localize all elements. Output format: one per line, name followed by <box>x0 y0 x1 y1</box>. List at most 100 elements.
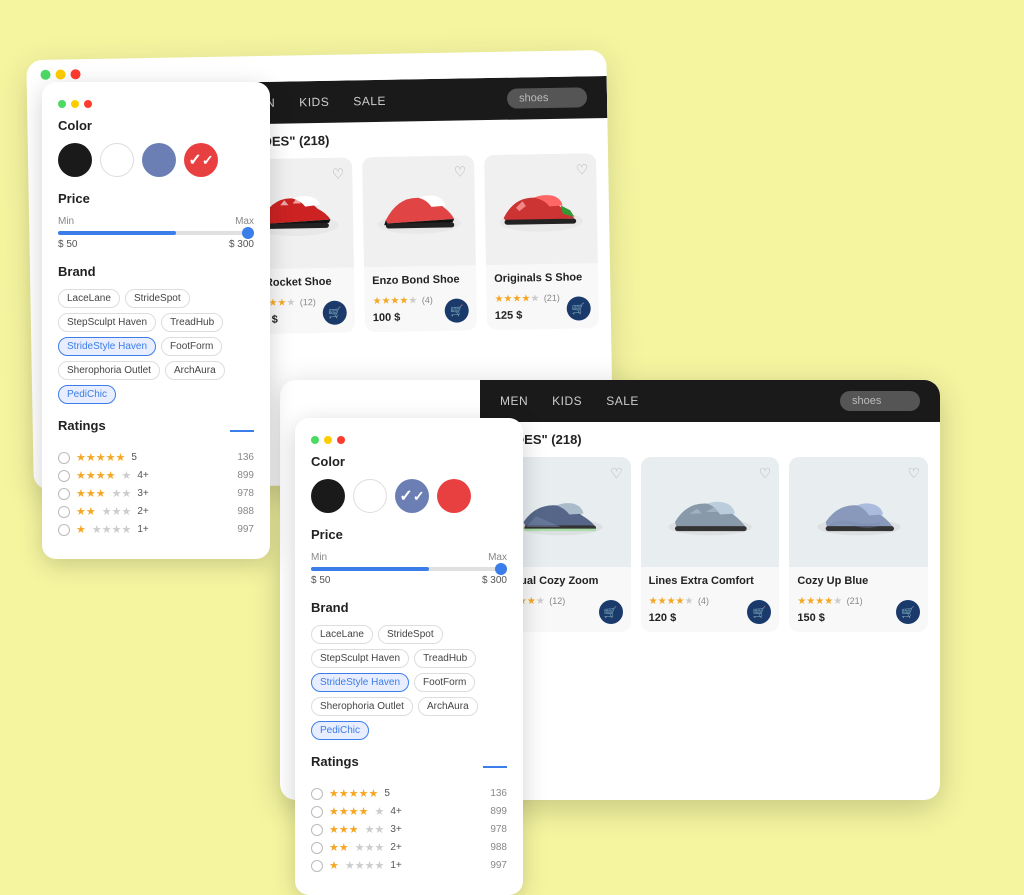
brand-title-front: Brand <box>311 600 507 615</box>
radio-5-front[interactable] <box>311 788 323 800</box>
product-grid-area-front: SHOES" (218) ♡ <box>480 422 940 800</box>
heart-icon-2-front[interactable]: ♡ <box>759 465 772 482</box>
product-card-back-2: ♡ Enzo Bond Shoe <box>362 155 477 332</box>
brand-tags-front: LaceLane StrideSpot StepSculpt Haven Tre… <box>311 625 507 740</box>
price-labels-front: Min Max <box>311 552 507 563</box>
price-track-front[interactable] <box>311 567 507 571</box>
rating-row-2-front: ★★★★★ 2+ 988 <box>311 841 507 854</box>
dot-red-back[interactable] <box>70 69 80 79</box>
brand-archaura-front[interactable]: ArchAura <box>418 697 478 716</box>
brand-stridestyle-front[interactable]: StrideStyle Haven <box>311 673 409 692</box>
fdot-red-front <box>337 436 345 444</box>
brand-stridespot-back[interactable]: StrideSpot <box>125 289 190 308</box>
brand-treadhub-front[interactable]: TreadHub <box>414 649 476 668</box>
radio-3-front[interactable] <box>311 824 323 836</box>
filter-panel-front: Color ✓ Price Min Max $ 50 $ 300 Brand L… <box>295 418 523 895</box>
brand-section-front: LaceLane StrideSpot StepSculpt Haven Tre… <box>311 625 507 740</box>
shoe-img-2-back <box>368 175 469 247</box>
product-reviews-2-back: (4) <box>422 295 433 305</box>
swatch-blue-front[interactable]: ✓ <box>395 479 429 513</box>
product-name-3-front: Cozy Up Blue <box>797 575 920 587</box>
nav-search-front[interactable]: shoes <box>840 391 920 411</box>
ratings-line-front <box>483 766 507 768</box>
brand-stepsculpt-back[interactable]: StepSculpt Haven <box>58 313 156 332</box>
swatch-red-back[interactable]: ✓ <box>184 143 218 177</box>
dot-yellow-back[interactable] <box>55 69 65 79</box>
swatch-blue-back[interactable] <box>142 143 176 177</box>
nav-sale-back[interactable]: SALE <box>353 94 386 109</box>
price-title-back: Price <box>58 191 254 206</box>
heart-icon-2-back[interactable]: ♡ <box>454 163 467 180</box>
brand-pedichic-back[interactable]: PediChic <box>58 385 116 404</box>
radio-2-back[interactable] <box>58 506 70 518</box>
radio-1-back[interactable] <box>58 524 70 536</box>
price-track-back[interactable] <box>58 231 254 235</box>
brand-footform-front[interactable]: FootForm <box>414 673 475 692</box>
rating-row-4-front: ★★★★★ 4+ 899 <box>311 805 507 818</box>
product-reviews-3-back: (21) <box>544 293 560 303</box>
brand-stridespot-front[interactable]: StrideSpot <box>378 625 443 644</box>
radio-3-back[interactable] <box>58 488 70 500</box>
fdot-yellow-front <box>324 436 332 444</box>
color-swatches-front: ✓ <box>311 479 507 513</box>
product-reviews-3-front: (21) <box>847 596 863 606</box>
brand-stridestyle-back[interactable]: StrideStyle Haven <box>58 337 156 356</box>
heart-icon-1-back[interactable]: ♡ <box>332 166 345 183</box>
ratings-header-front: Ratings <box>311 754 507 779</box>
brand-treadhub-back[interactable]: TreadHub <box>161 313 223 332</box>
brand-sherophoria-back[interactable]: Sherophoria Outlet <box>58 361 160 380</box>
brand-pedichic-front[interactable]: PediChic <box>311 721 369 740</box>
swatch-white-back[interactable] <box>100 143 134 177</box>
nav-men-front[interactable]: MEN <box>500 394 528 408</box>
brand-stepsculpt-front[interactable]: StepSculpt Haven <box>311 649 409 668</box>
dot-green-back[interactable] <box>40 70 50 80</box>
product-name-2-back: Enzo Bond Shoe <box>372 273 468 287</box>
nav-kids-back[interactable]: KIDS <box>299 95 329 110</box>
rating-row-3-back: ★★★★★ 3+ 978 <box>58 487 254 500</box>
swatch-white-front[interactable] <box>353 479 387 513</box>
nav-sale-front[interactable]: SALE <box>606 394 639 408</box>
price-max-val-back: $ 300 <box>229 239 254 250</box>
filter-panel-back-dots <box>58 100 254 108</box>
color-title-front: Color <box>311 454 507 469</box>
ratings-section-front: ★★★★★ 5 136 ★★★★★ 4+ 899 ★★★★★ 3+ 978 ★★… <box>311 787 507 872</box>
price-title-front: Price <box>311 527 507 542</box>
brand-sherophoria-front[interactable]: Sherophoria Outlet <box>311 697 413 716</box>
radio-1-front[interactable] <box>311 860 323 872</box>
rating-row-4-back: ★★★★★ 4+ 899 <box>58 469 254 482</box>
brand-footform-back[interactable]: FootForm <box>161 337 222 356</box>
brand-archaura-back[interactable]: ArchAura <box>165 361 225 380</box>
shoe-svg-3-front <box>809 477 909 547</box>
heart-icon-3-front[interactable]: ♡ <box>907 465 920 482</box>
cart-badge-3-front[interactable]: 🛒 <box>896 600 920 624</box>
radio-4-back[interactable] <box>58 470 70 482</box>
cart-badge-1-front[interactable]: 🛒 <box>599 600 623 624</box>
swatch-black-front[interactable] <box>311 479 345 513</box>
brand-lacelane-front[interactable]: LaceLane <box>311 625 373 644</box>
product-card-back-3: ♡ Originals S Shoe <box>484 153 599 330</box>
heart-icon-3-back[interactable]: ♡ <box>576 161 589 178</box>
nav-kids-front[interactable]: KIDS <box>552 394 582 408</box>
heart-icon-1-front[interactable]: ♡ <box>610 465 623 482</box>
nav-bar-front: MEN KIDS SALE shoes <box>480 380 940 422</box>
price-thumb-back[interactable] <box>242 227 254 239</box>
product-grid-back: ♡ Pr Rocket <box>240 153 599 334</box>
nav-search-back[interactable]: shoes <box>507 87 587 108</box>
price-min-val-front: $ 50 <box>311 575 330 586</box>
radio-4-front[interactable] <box>311 806 323 818</box>
rating-row-1-front: ★★★★★ 1+ 997 <box>311 859 507 872</box>
swatch-black-back[interactable] <box>58 143 92 177</box>
swatch-red-front[interactable] <box>437 479 471 513</box>
ratings-section-back: ★★★★★ 5 136 ★★★★★ 4+ 899 ★★★★★ 3+ 978 ★★… <box>58 451 254 536</box>
price-thumb-front[interactable] <box>495 563 507 575</box>
rating-row-3-front: ★★★★★ 3+ 978 <box>311 823 507 836</box>
color-swatches-back: ✓ <box>58 143 254 177</box>
brand-tags-back: LaceLane StrideSpot StepSculpt Haven Tre… <box>58 289 254 404</box>
radio-5-back[interactable] <box>58 452 70 464</box>
filter-panel-back: Color ✓ Price Min Max $ 50 $ 300 Brand L… <box>42 82 270 559</box>
nav-bar-back: MEN KIDS SALE shoes <box>227 76 608 125</box>
fdot-green-front <box>311 436 319 444</box>
radio-2-front[interactable] <box>311 842 323 854</box>
product-img-3-front: ♡ <box>789 457 928 567</box>
brand-lacelane-back[interactable]: LaceLane <box>58 289 120 308</box>
